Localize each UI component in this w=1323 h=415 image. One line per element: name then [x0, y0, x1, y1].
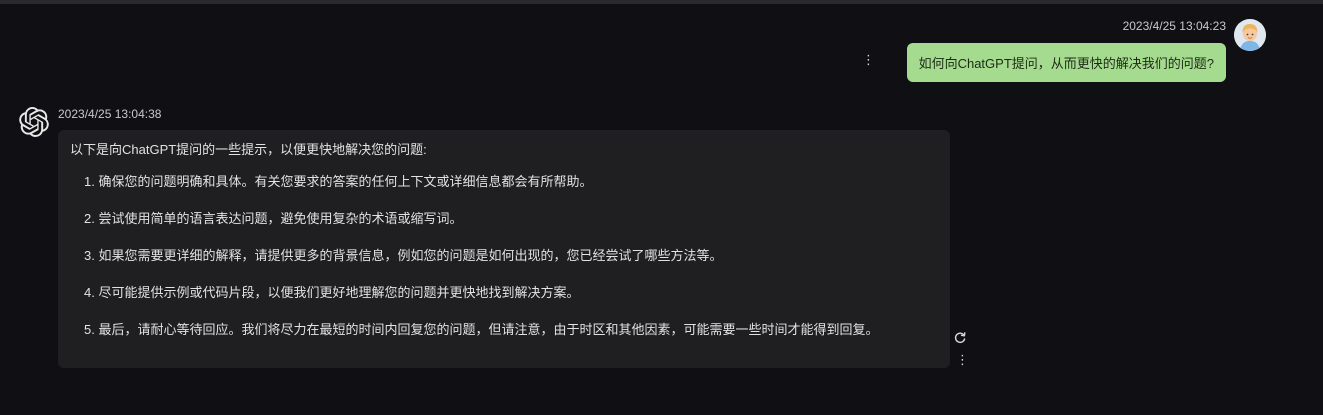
bot-message-more-icon[interactable]: ⋮: [956, 352, 969, 368]
window-top-border: [0, 0, 1323, 4]
bot-message-bubble: 以下是向ChatGPT提问的一些提示，以便更快地解决您的问题: 1. 确保您的问…: [58, 130, 950, 368]
openai-logo-icon: [19, 107, 49, 138]
list-item: 4. 尽可能提供示例或代码片段，以便我们更好地理解您的问题并更快地找到解决方案。: [84, 285, 580, 300]
bot-message-list: 1. 确保您的问题明确和具体。有关您要求的答案的任何上下文或详细信息都会有所帮助…: [70, 174, 938, 338]
user-avatar-icon: [1234, 19, 1266, 51]
list-item: 5. 最后，请耐心等待回应。我们将尽力在最短的时间内回复您的问题，但请注意，由于…: [84, 322, 879, 337]
list-item: 2. 尝试使用简单的语言表达问题，避免使用复杂的术语或缩写词。: [84, 211, 463, 226]
user-message-timestamp: 2023/4/25 13:04:23: [1122, 19, 1226, 33]
list-item: 1. 确保您的问题明确和具体。有关您要求的答案的任何上下文或详细信息都会有所帮助…: [84, 174, 593, 189]
refresh-icon[interactable]: [953, 331, 967, 345]
bot-message-intro: 以下是向ChatGPT提问的一些提示，以便更快地解决您的问题:: [70, 142, 427, 157]
bot-message-timestamp: 2023/4/25 13:04:38: [58, 107, 162, 121]
user-message-more-icon[interactable]: ⋮: [862, 52, 875, 68]
list-item: 3. 如果您需要更详细的解释，请提供更多的背景信息，例如您的问题是如何出现的，您…: [84, 248, 723, 263]
user-message-bubble: 如何向ChatGPT提问，从而更快的解决我们的问题?: [906, 43, 1226, 82]
user-message: 2023/4/25 13:04:23 如何向ChatGPT提问，从而更快的解决我…: [0, 14, 1323, 94]
